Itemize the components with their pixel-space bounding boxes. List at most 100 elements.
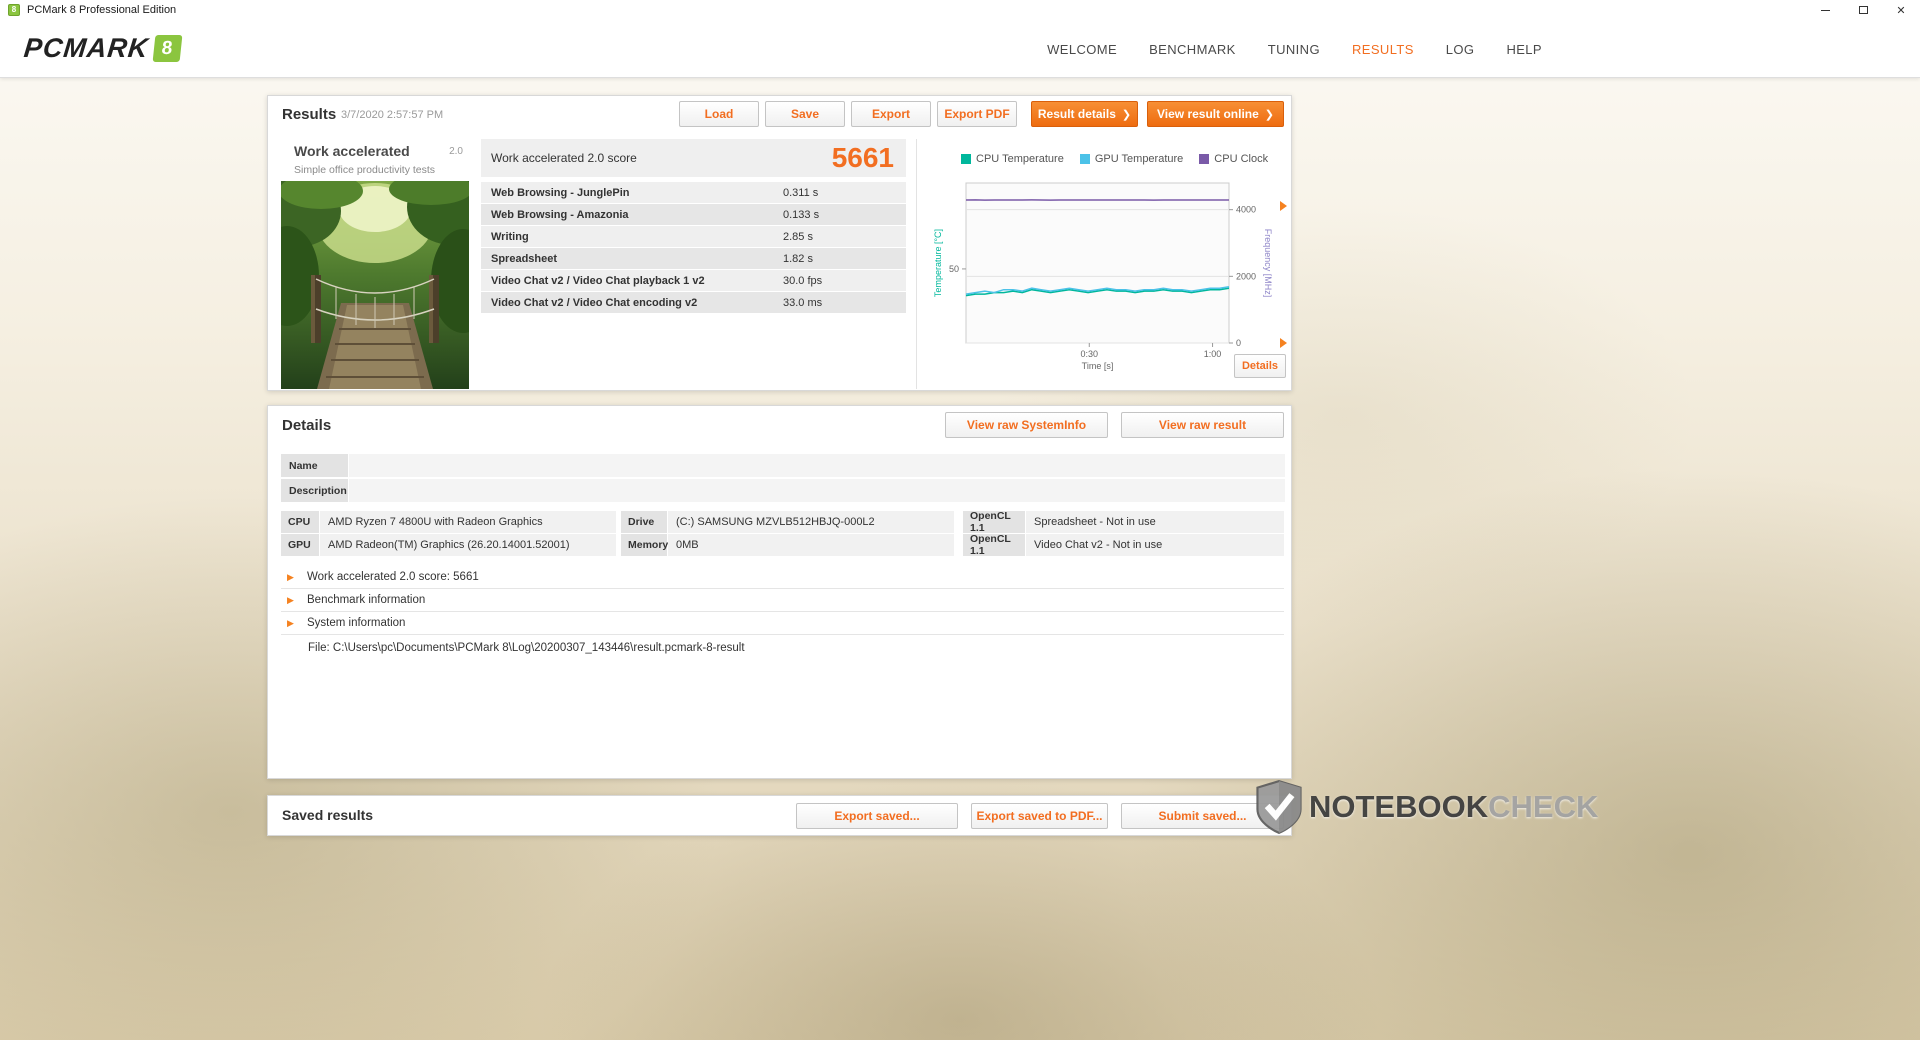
chart-details-button[interactable]: Details	[1234, 354, 1286, 378]
expander-score[interactable]: ▶ Work accelerated 2.0 score: 5661	[281, 566, 1284, 589]
result-details-button[interactable]: Result details ❯	[1031, 101, 1138, 127]
expander-system-information[interactable]: ▶ System information	[281, 612, 1284, 635]
nav-benchmark[interactable]: BENCHMARK	[1149, 42, 1236, 57]
work-accelerated-thumbnail	[281, 181, 469, 389]
nav-results[interactable]: RESULTS	[1352, 42, 1414, 57]
metric-value: 2.85 s	[783, 230, 813, 243]
description-field-row: Description	[281, 479, 1285, 502]
export-button[interactable]: Export	[851, 101, 931, 127]
gpu-value: AMD Radeon(TM) Graphics (26.20.14001.520…	[320, 534, 616, 556]
expand-arrow-icon: ▶	[287, 594, 294, 605]
opencl-label: OpenCL 1.1	[963, 510, 1025, 534]
svg-text:Frequency [MHz]: Frequency [MHz]	[1263, 229, 1273, 298]
score-header: Work accelerated 2.0 score 5661	[481, 139, 906, 177]
svg-text:0:30: 0:30	[1081, 349, 1099, 359]
expand-arrow-icon: ▶	[287, 617, 294, 628]
drive-label: Drive	[621, 511, 667, 533]
results-title: Results	[282, 106, 337, 123]
svg-text:2000: 2000	[1236, 271, 1256, 281]
test-subtitle: Simple office productivity tests	[294, 164, 436, 176]
nav-help[interactable]: HELP	[1506, 42, 1542, 57]
svg-text:1:00: 1:00	[1204, 349, 1222, 359]
logo-text: PCMARK	[22, 33, 151, 63]
table-row: Video Chat v2 / Video Chat encoding v2 3…	[481, 292, 906, 313]
score-panel: Work accelerated 2.0 score 5661 Web Brow…	[481, 139, 906, 314]
table-row: Video Chat v2 / Video Chat playback 1 v2…	[481, 270, 906, 291]
metric-value: 1.82 s	[783, 252, 813, 265]
view-online-label: View result online	[1156, 107, 1259, 121]
save-button[interactable]: Save	[765, 101, 845, 127]
app-icon: 8	[8, 4, 20, 16]
svg-text:0: 0	[1236, 338, 1241, 348]
chart-legend: CPU Temperature GPU Temperature CPU Cloc…	[961, 151, 1268, 167]
metric-label: Writing	[491, 230, 529, 243]
pcmark-logo: PCMARK 8	[22, 33, 182, 64]
vertical-divider	[916, 139, 917, 389]
name-field[interactable]	[349, 454, 1285, 477]
name-label: Name	[281, 454, 348, 477]
window-title: PCMark 8 Professional Edition	[27, 4, 177, 16]
metric-label: Spreadsheet	[491, 252, 558, 265]
export-saved-button[interactable]: Export saved...	[796, 803, 958, 829]
metric-label: Video Chat v2 / Video Chat playback 1 v2	[491, 274, 705, 287]
jungle-bridge-image	[281, 181, 469, 389]
metric-label: Web Browsing - JunglePin	[491, 186, 630, 199]
legend-gpu-temperature: GPU Temperature	[1079, 153, 1184, 165]
chart-range-handle-bottom[interactable]	[1280, 338, 1287, 348]
nav-welcome[interactable]: WELCOME	[1047, 42, 1117, 57]
saved-results-title: Saved results	[282, 807, 374, 823]
load-button[interactable]: Load	[679, 101, 759, 127]
maximize-button[interactable]	[1844, 0, 1882, 20]
expand-arrow-icon: ▶	[287, 571, 294, 582]
view-raw-result-button[interactable]: View raw result	[1121, 412, 1284, 438]
metric-label: Web Browsing - Amazonia	[491, 208, 629, 221]
cpu-label: CPU	[281, 511, 319, 533]
export-saved-pdf-button[interactable]: Export saved to PDF...	[971, 803, 1108, 829]
legend-label: GPU Temperature	[1094, 153, 1184, 165]
metric-label: Video Chat v2 / Video Chat encoding v2	[491, 296, 698, 309]
score-label: Work accelerated 2.0 score	[491, 151, 637, 165]
name-field-row: Name	[281, 454, 1285, 477]
window-controls: ✕	[1806, 0, 1920, 20]
close-button[interactable]: ✕	[1882, 0, 1920, 20]
svg-text:50: 50	[949, 264, 959, 274]
maximize-icon	[1858, 6, 1868, 14]
minimize-button[interactable]	[1806, 0, 1844, 20]
svg-text:Temperature [°C]: Temperature [°C]	[933, 229, 943, 297]
table-row: Spreadsheet 1.82 s	[481, 248, 906, 269]
close-icon: ✕	[1896, 4, 1906, 17]
opencl-videochat-value: Video Chat v2 - Not in use	[1026, 534, 1284, 556]
metric-value: 0.311 s	[783, 186, 819, 199]
performance-chart: CPU Temperature GPU Temperature CPU Cloc…	[931, 151, 1291, 391]
main-nav: WELCOME BENCHMARK TUNING RESULTS LOG HEL…	[1047, 20, 1542, 78]
legend-cpu-clock: CPU Clock	[1199, 153, 1268, 165]
gpu-temperature-swatch	[1079, 154, 1090, 164]
view-raw-systeminfo-button[interactable]: View raw SystemInfo	[945, 412, 1108, 438]
table-row: Writing 2.85 s	[481, 226, 906, 247]
memory-label: Memory	[621, 534, 668, 556]
expander-benchmark-information[interactable]: ▶ Benchmark information	[281, 589, 1284, 612]
results-timestamp: 3/7/2020 2:57:57 PM	[341, 109, 444, 121]
notebookcheck-watermark: NOTEBOOK CHECK	[1253, 779, 1598, 835]
test-panel: Work accelerated 2.0 Simple office produ…	[281, 139, 469, 389]
gpu-label: GPU	[281, 534, 319, 556]
chart-canvas: 4000 2000 0 50 0:30 1:00 Time [s] Temperature […	[933, 182, 1273, 371]
metric-value: 30.0 fps	[783, 274, 823, 287]
watermark-text-notebook: NOTEBOOK	[1309, 789, 1489, 824]
table-row: Web Browsing - JunglePin 0.311 s	[481, 182, 906, 203]
view-result-online-button[interactable]: View result online ❯	[1147, 101, 1284, 127]
export-pdf-button[interactable]: Export PDF	[937, 101, 1017, 127]
legend-cpu-temperature: CPU Temperature	[961, 153, 1064, 165]
table-row: Web Browsing - Amazonia 0.133 s	[481, 204, 906, 225]
nav-log[interactable]: LOG	[1446, 42, 1475, 57]
titlebar: 8 PCMark 8 Professional Edition ✕	[0, 0, 1920, 20]
chart-range-handle-top[interactable]	[1280, 201, 1287, 211]
result-file-path: File: C:\Users\pc\Documents\PCMark 8\Log…	[308, 642, 745, 654]
nav-tuning[interactable]: TUNING	[1268, 42, 1320, 57]
description-label: Description	[281, 479, 348, 502]
saved-results-panel: Saved results Export saved... Export sav…	[267, 795, 1292, 836]
memory-value: 0MB	[668, 534, 954, 556]
legend-label: CPU Temperature	[976, 153, 1064, 165]
expander-label: Benchmark information	[307, 594, 426, 606]
description-field[interactable]	[349, 479, 1285, 502]
